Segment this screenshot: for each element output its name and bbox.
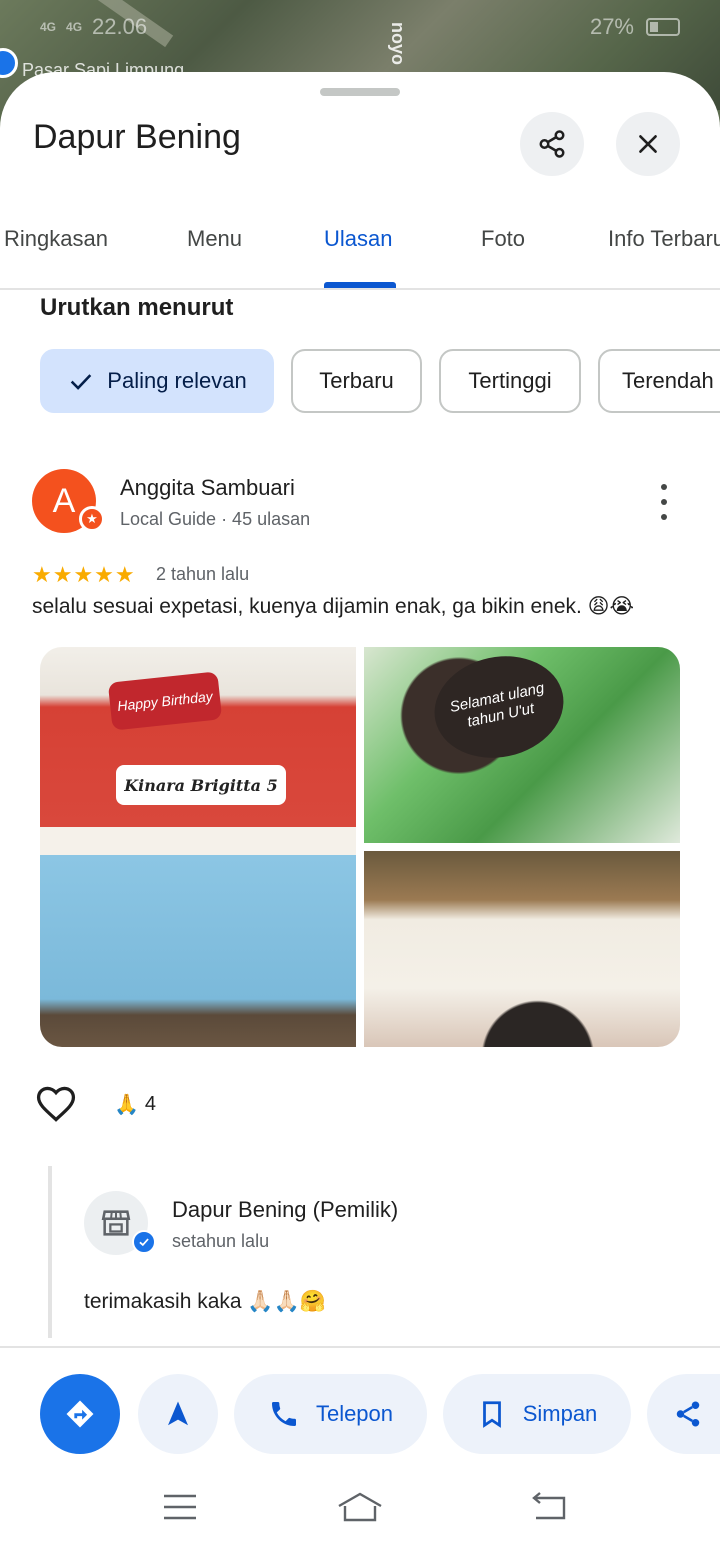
network-indicator-2: 4G	[66, 20, 83, 34]
chip-label: Terbaru	[319, 368, 394, 393]
tab-ringkasan[interactable]: Ringkasan	[4, 226, 108, 252]
call-label: Telepon	[315, 1401, 394, 1426]
reviewer-name[interactable]: Anggita Sambuari	[120, 475, 295, 501]
cake-label-text: Kinara Brigitta 5	[116, 765, 286, 805]
share-icon	[676, 1401, 700, 1427]
chip-tertinggi[interactable]: Tertinggi	[439, 349, 581, 413]
place-title: Dapur Bening	[33, 118, 241, 156]
system-navigation-bar	[0, 1476, 720, 1544]
verified-icon	[132, 1230, 156, 1254]
close-button[interactable]	[616, 112, 680, 176]
share-icon	[539, 130, 565, 158]
cake-plaque-text: Selamat ulang tahun U'ut	[425, 647, 573, 770]
owner-name: Dapur Bening (Pemilik)	[172, 1197, 399, 1222]
tab-bar: Ringkasan Menu Ulasan Foto Info Terbaru	[0, 212, 720, 290]
battery-icon	[646, 18, 680, 36]
check-icon	[71, 374, 92, 390]
chip-label: Tertinggi	[468, 368, 552, 393]
directions-icon	[66, 1400, 94, 1428]
tab-info-terbaru[interactable]: Info Terbaru	[608, 226, 720, 252]
battery-percent: 27%	[589, 14, 634, 39]
review-text: selalu sesuai expetasi, kuenya dijamin e…	[32, 595, 635, 618]
tab-indicator	[324, 282, 396, 288]
reply-divider	[48, 1166, 52, 1338]
tab-menu[interactable]: Menu	[187, 226, 242, 252]
call-button[interactable]: Telepon	[234, 1374, 427, 1454]
back-icon[interactable]	[528, 1490, 568, 1524]
home-icon[interactable]	[336, 1490, 384, 1524]
chip-label: Terendah	[622, 368, 714, 393]
bookmark-icon	[482, 1401, 501, 1428]
start-navigation-button[interactable]	[138, 1374, 218, 1454]
tab-ulasan[interactable]: Ulasan	[324, 226, 392, 252]
rating-stars: ★★★★★	[32, 562, 136, 587]
chip-paling-relevan[interactable]: Paling relevan	[40, 349, 274, 413]
heart-icon	[36, 1086, 76, 1122]
close-icon	[639, 135, 657, 153]
tab-foto[interactable]: Foto	[481, 226, 525, 252]
reaction-emoji: 🙏	[114, 1094, 139, 1116]
chip-label: Paling relevan	[107, 368, 247, 393]
owner-reply-text: terimakasih kaka 🙏🏻🙏🏻🤗	[84, 1290, 326, 1313]
place-sheet: Dapur Bening Ringkasan Menu Ulasan Foto …	[0, 72, 720, 1544]
menu-icon[interactable]	[162, 1490, 198, 1524]
review-photo-2[interactable]: Selamat ulang tahun U'ut	[364, 647, 680, 843]
chip-terbaru[interactable]: Terbaru	[291, 349, 422, 413]
reaction-count: 4	[144, 1093, 157, 1115]
network-indicator: 4G	[40, 20, 57, 34]
review-time: 2 tahun lalu	[156, 564, 250, 584]
local-guide-badge-icon: ★	[79, 506, 105, 532]
save-label: Simpan	[522, 1401, 598, 1426]
save-button[interactable]: Simpan	[443, 1374, 631, 1454]
action-bar: Telepon Simpan	[0, 1346, 720, 1476]
navigation-arrow-icon	[168, 1401, 188, 1426]
drag-handle[interactable]	[320, 88, 400, 96]
review-photo-3[interactable]	[364, 851, 680, 1047]
store-icon	[101, 1210, 131, 1236]
status-bar: 4G 4G 22.06 27%	[0, 0, 720, 56]
share-button[interactable]	[520, 112, 584, 176]
owner-reply-time: setahun lalu	[172, 1231, 270, 1251]
cake-topper-text: Happy Birthday	[107, 671, 223, 731]
share-place-button[interactable]	[647, 1374, 720, 1454]
phone-icon	[271, 1402, 296, 1426]
chip-terendah[interactable]: Terendah	[598, 349, 720, 413]
review-photo-1[interactable]: Happy Birthday Kinara Brigitta 5	[40, 647, 356, 1047]
sort-label: Urutkan menurut	[40, 294, 234, 321]
more-options-button[interactable]	[652, 484, 676, 520]
directions-button[interactable]	[40, 1374, 120, 1454]
clock: 22.06	[92, 14, 148, 39]
reaction-summary[interactable]: 🙏 4	[114, 1092, 156, 1117]
like-button[interactable]	[34, 1082, 78, 1131]
reviewer-meta: Local Guide · 45 ulasan	[120, 509, 311, 529]
